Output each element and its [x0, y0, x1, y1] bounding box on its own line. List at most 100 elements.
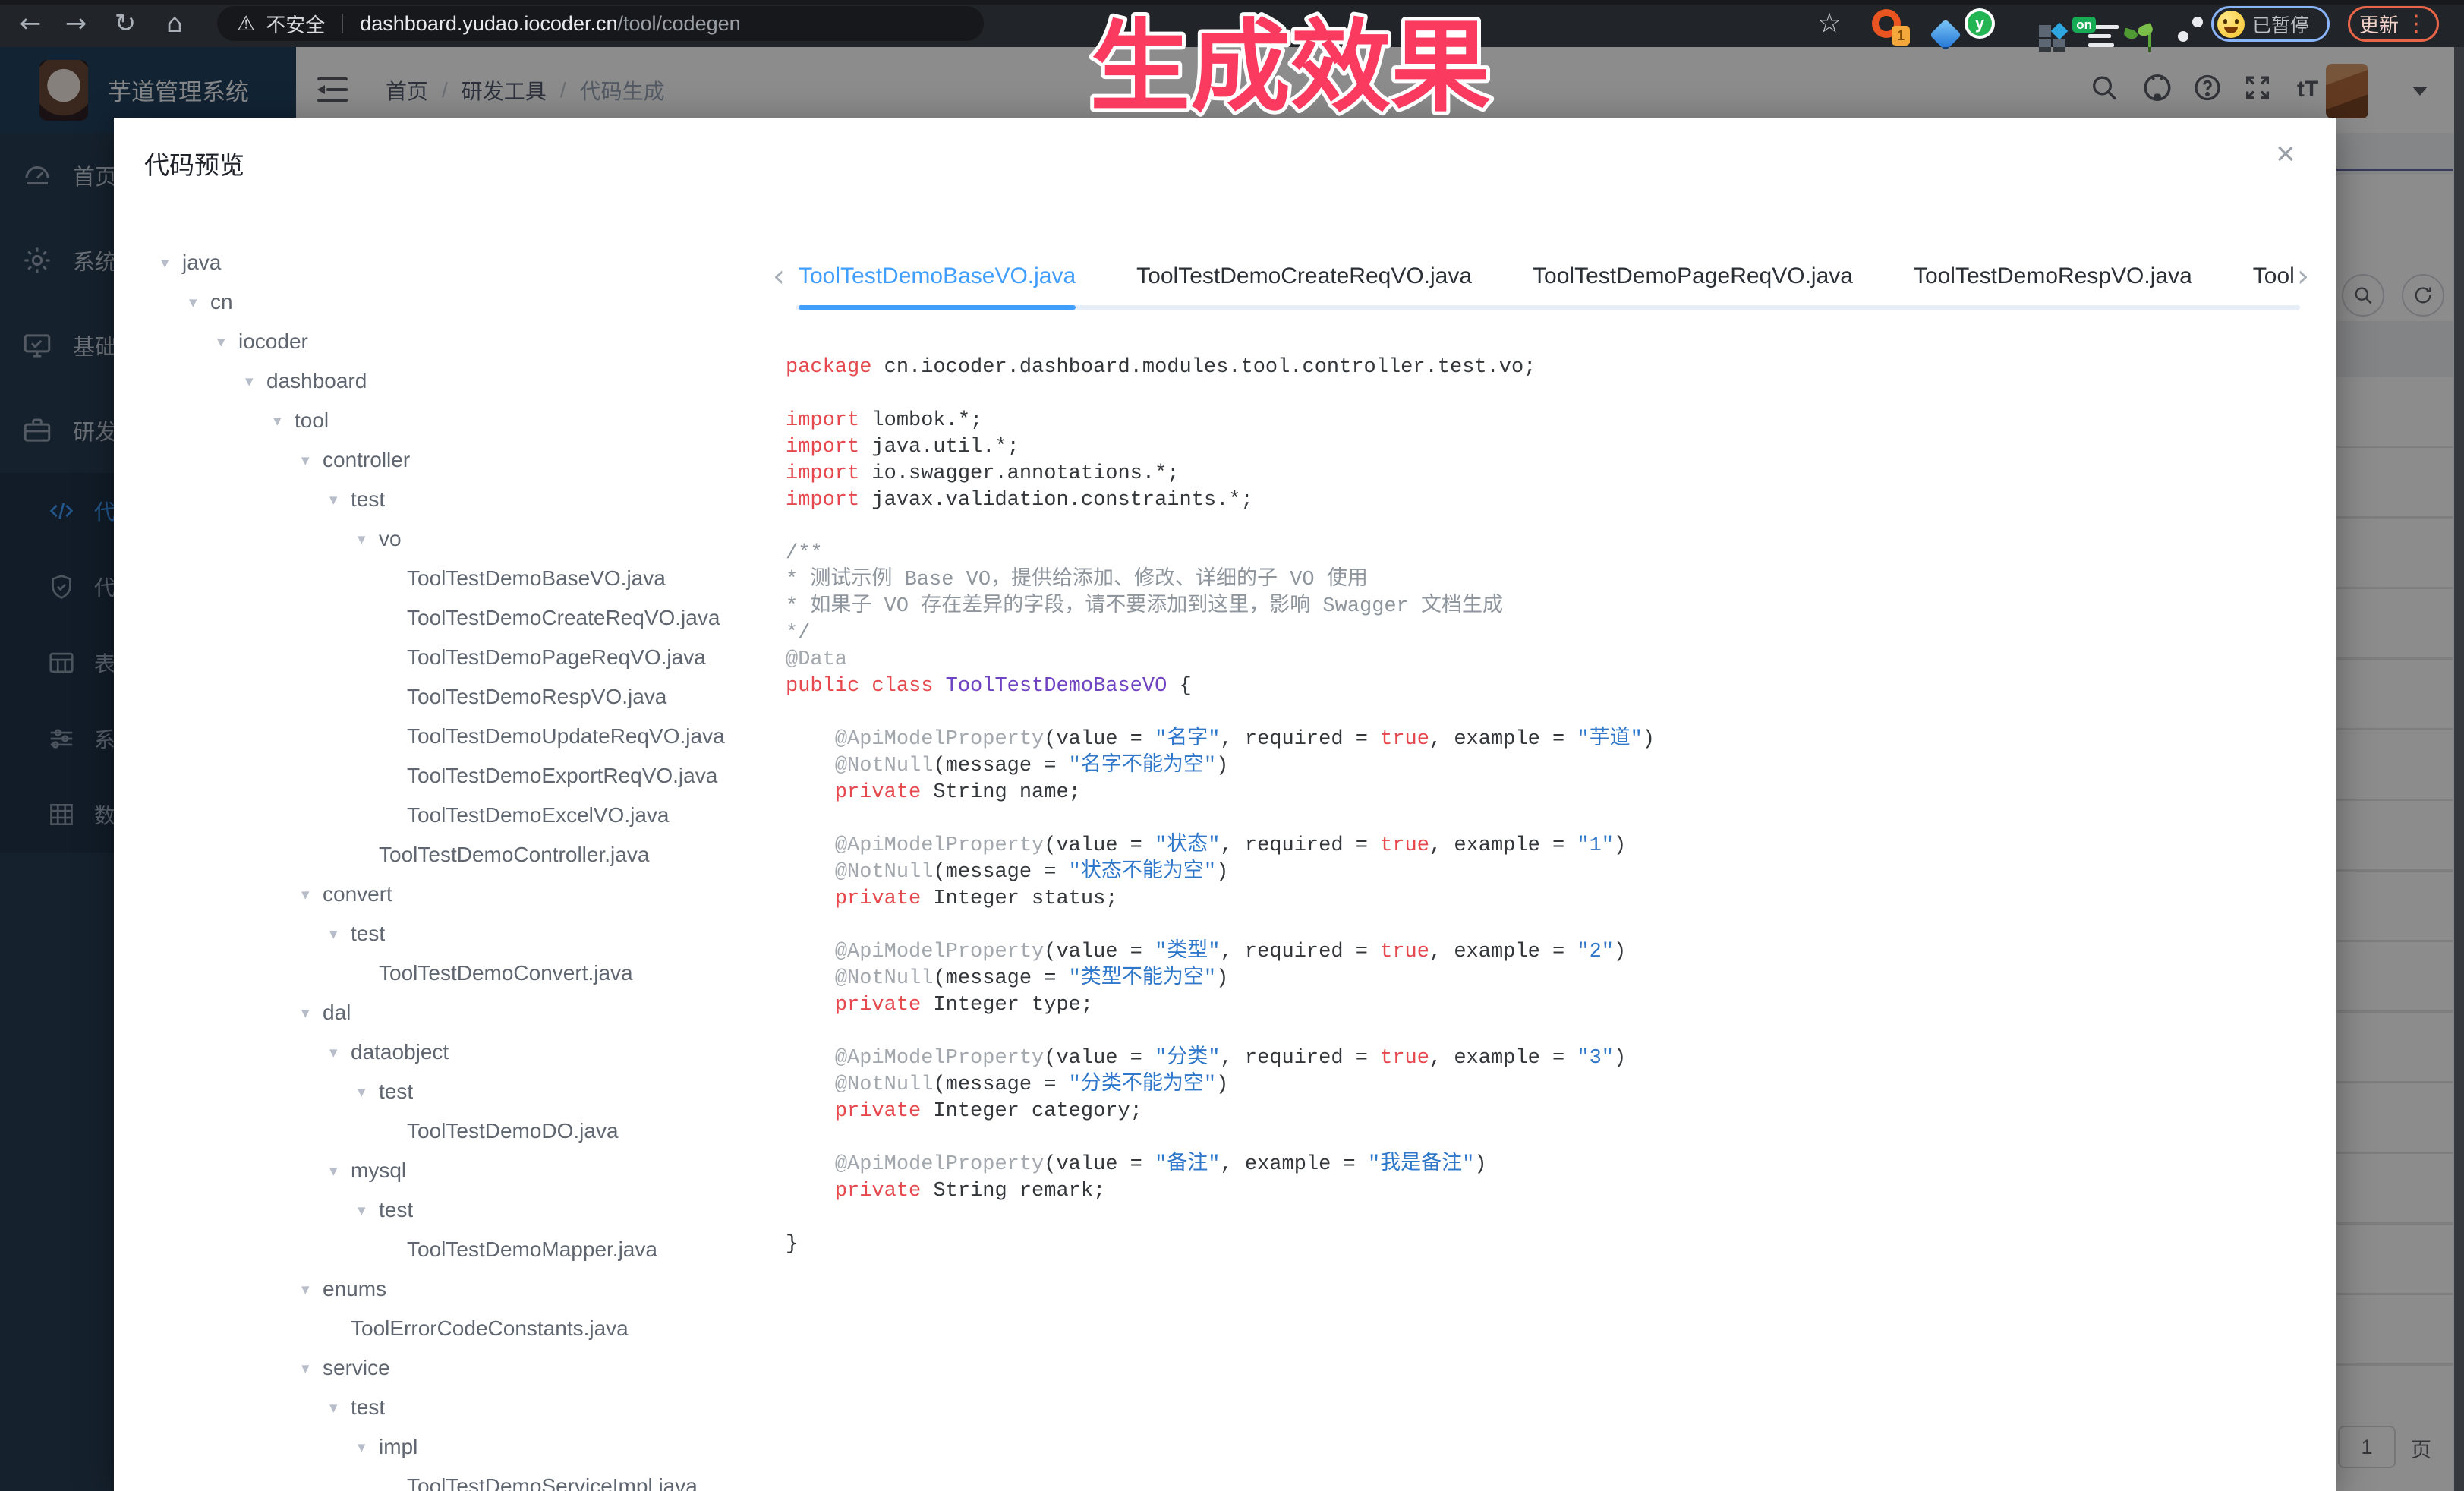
caret-down-icon[interactable]: ▾: [329, 925, 351, 943]
tab-2[interactable]: ToolTestDemoPageReqVO.java: [1533, 247, 1853, 310]
tree-node[interactable]: ToolTestDemoMapper.java: [161, 1230, 780, 1269]
code-line: @ApiModelProperty(value = "名字", required…: [786, 727, 2304, 753]
tree-node[interactable]: ▾test: [161, 914, 780, 954]
code-line: [786, 1019, 2304, 1045]
caret-down-icon[interactable]: ▾: [301, 1004, 323, 1022]
code-line: /**: [786, 541, 2304, 567]
caret-down-icon[interactable]: ▾: [358, 1438, 379, 1456]
caret-down-icon[interactable]: ▾: [358, 530, 379, 548]
tree-node-label: ToolTestDemoController.java: [379, 843, 649, 867]
tabs-next-icon[interactable]: ›: [2297, 259, 2309, 294]
code-line: @ApiModelProperty(value = "类型", required…: [786, 939, 2304, 966]
code-line: [786, 806, 2304, 833]
home-icon[interactable]: ⌂: [166, 11, 183, 36]
code-line: @Data: [786, 647, 2304, 673]
code-line: import lombok.*;: [786, 408, 2304, 434]
caret-down-icon[interactable]: ▾: [301, 451, 323, 469]
tree-node[interactable]: ▾impl: [161, 1427, 780, 1467]
tree-node-label: cn: [210, 290, 233, 314]
code-line: private Integer status;: [786, 886, 2304, 913]
tree-node[interactable]: ▾service: [161, 1348, 780, 1388]
tree-node[interactable]: ▾test: [161, 1190, 780, 1230]
tree-node[interactable]: ▾mysql: [161, 1151, 780, 1190]
window-scrollbar[interactable]: [2454, 47, 2464, 1491]
tree-node[interactable]: ▾convert: [161, 875, 780, 914]
tree-node[interactable]: ToolTestDemoExportReqVO.java: [161, 756, 780, 796]
tree-node[interactable]: ▾test: [161, 1072, 780, 1111]
tree-node-label: ToolTestDemoBaseVO.java: [407, 566, 666, 591]
tab-0[interactable]: ToolTestDemoBaseVO.java: [799, 247, 1076, 310]
tree-node-label: ToolTestDemoPageReqVO.java: [407, 645, 706, 670]
tree-node[interactable]: ToolTestDemoUpdateReqVO.java: [161, 717, 780, 756]
tree-node[interactable]: ▾dashboard: [161, 361, 780, 401]
caret-down-icon[interactable]: ▾: [273, 411, 295, 430]
caret-down-icon[interactable]: ▾: [301, 1359, 323, 1377]
tab-4[interactable]: ToolTe: [2253, 247, 2294, 310]
tree-node-label: iocoder: [238, 329, 308, 354]
gem-extension-icon[interactable]: [1930, 19, 1961, 51]
tab-1[interactable]: ToolTestDemoCreateReqVO.java: [1136, 247, 1472, 310]
tree-node[interactable]: ToolTestDemoCreateReqVO.java: [161, 598, 780, 638]
tree-node[interactable]: ToolTestDemoBaseVO.java: [161, 559, 780, 598]
tree-node[interactable]: ToolTestDemoDO.java: [161, 1111, 780, 1151]
ubuntu-extension-icon[interactable]: 1: [1872, 9, 1901, 38]
tree-node[interactable]: ▾test: [161, 480, 780, 519]
tree-node[interactable]: ▾java: [161, 243, 780, 282]
caret-down-icon[interactable]: ▾: [329, 490, 351, 509]
caret-down-icon[interactable]: ▾: [217, 333, 238, 351]
caret-down-icon[interactable]: ▾: [358, 1201, 379, 1219]
code-line: @NotNull(message = "状态不能为空"): [786, 859, 2304, 886]
code-line: [786, 1125, 2304, 1152]
caret-down-icon[interactable]: ▾: [329, 1043, 351, 1061]
tree-node[interactable]: ToolTestDemoServiceImpl.java: [161, 1467, 780, 1491]
back-arrow-icon[interactable]: ←: [20, 11, 42, 36]
tab-3[interactable]: ToolTestDemoRespVO.java: [1914, 247, 2192, 310]
tree-node[interactable]: ▾enums: [161, 1269, 780, 1309]
profile-paused-button[interactable]: 已暂停: [2211, 6, 2330, 42]
tree-node[interactable]: ToolTestDemoPageReqVO.java: [161, 638, 780, 677]
caret-down-icon[interactable]: ▾: [329, 1162, 351, 1180]
tree-node[interactable]: ▾dal: [161, 993, 780, 1032]
tree-node[interactable]: ▾cn: [161, 282, 780, 322]
tree-node[interactable]: ▾tool: [161, 401, 780, 440]
tree-node[interactable]: ▾controller: [161, 440, 780, 480]
tree-node[interactable]: ▾vo: [161, 519, 780, 559]
paused-label: 已暂停: [2252, 11, 2309, 38]
kebab-menu-icon[interactable]: ⋮: [2405, 13, 2428, 36]
caret-down-icon[interactable]: ▾: [358, 1083, 379, 1101]
bookmark-star-icon[interactable]: ☆: [1817, 8, 1842, 39]
code-line: */: [786, 620, 2304, 647]
caret-down-icon[interactable]: ▾: [301, 1280, 323, 1298]
tabs-prev-icon[interactable]: ‹: [773, 259, 785, 294]
code-line: import javax.validation.constraints.*;: [786, 487, 2304, 514]
tree-node[interactable]: ToolTestDemoConvert.java: [161, 954, 780, 993]
tree-node-label: vo: [379, 527, 402, 551]
tree-node[interactable]: ▾iocoder: [161, 322, 780, 361]
reload-icon[interactable]: ↻: [115, 11, 137, 36]
code-line: import java.util.*;: [786, 434, 2304, 461]
code-line: [786, 514, 2304, 541]
caret-down-icon[interactable]: ▾: [161, 254, 182, 272]
close-icon[interactable]: ×: [2276, 137, 2295, 171]
tree-node[interactable]: ToolErrorCodeConstants.java: [161, 1309, 780, 1348]
tree-node-label: ToolTestDemoCreateReqVO.java: [407, 606, 720, 630]
browser-update-button[interactable]: 更新 ⋮: [2348, 6, 2439, 42]
caret-down-icon[interactable]: ▾: [245, 372, 266, 390]
tree-node-label: test: [351, 1395, 385, 1420]
tree-node[interactable]: ToolTestDemoExcelVO.java: [161, 796, 780, 835]
address-bar[interactable]: ⚠ 不安全 dashboard.yudao.iocoder.cn/tool/co…: [217, 6, 984, 41]
caret-down-icon[interactable]: ▾: [329, 1398, 351, 1417]
tree-node-label: test: [379, 1198, 413, 1222]
tree-node-label: dal: [323, 1001, 351, 1025]
tree-node[interactable]: ToolTestDemoRespVO.java: [161, 677, 780, 717]
security-label[interactable]: 不安全: [266, 10, 325, 38]
forward-arrow-icon[interactable]: →: [65, 11, 87, 36]
tree-node[interactable]: ToolTestDemoController.java: [161, 835, 780, 875]
tree-node[interactable]: ▾test: [161, 1388, 780, 1427]
tree-node[interactable]: ▾dataobject: [161, 1032, 780, 1072]
green-extension-icon[interactable]: y: [1965, 8, 1995, 39]
caret-down-icon[interactable]: ▾: [189, 293, 210, 311]
caret-down-icon[interactable]: ▾: [301, 885, 323, 903]
file-tabs: ToolTestDemoBaseVO.java ToolTestDemoCreat…: [799, 247, 2294, 310]
tree-node-label: ToolTestDemoMapper.java: [407, 1237, 657, 1262]
